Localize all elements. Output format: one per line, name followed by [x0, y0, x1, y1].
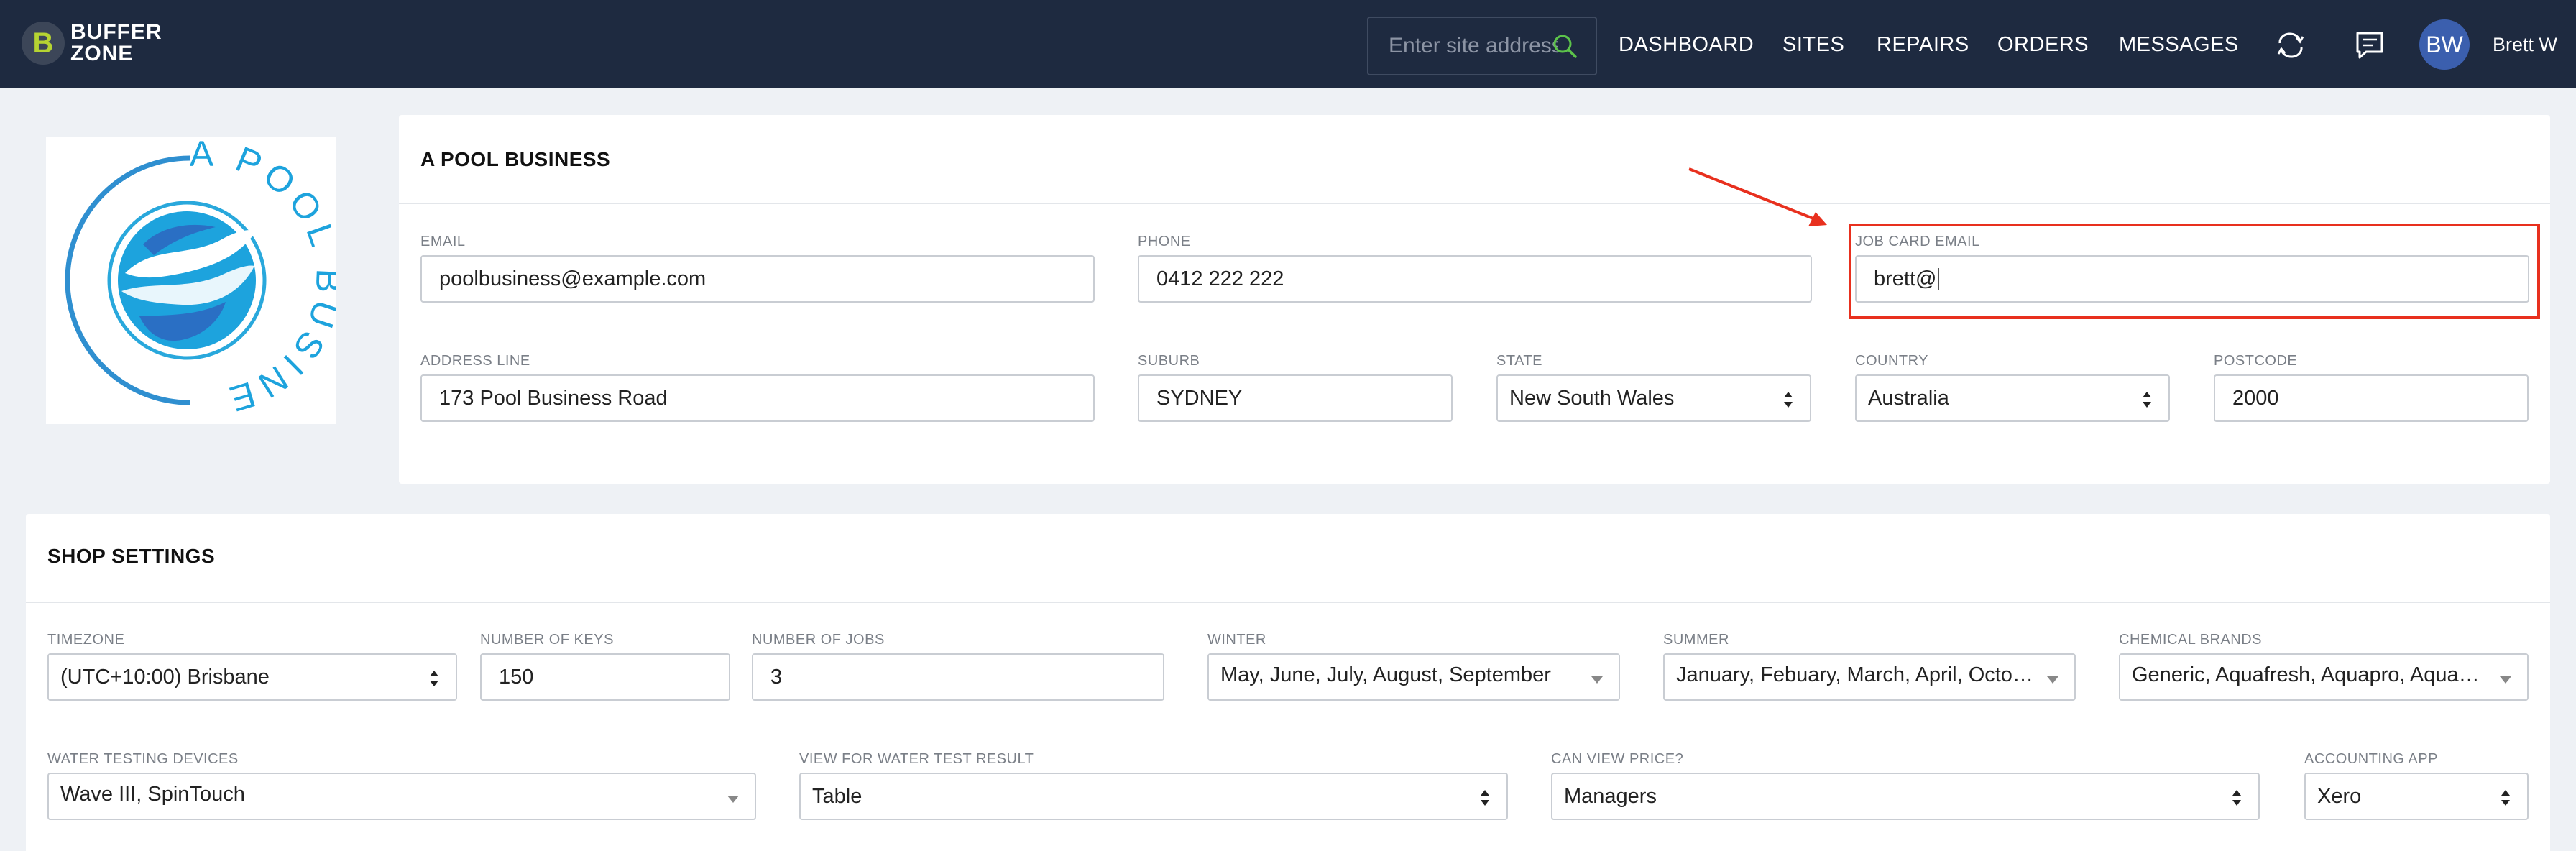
number-of-keys-label: NUMBER OF KEYS: [480, 632, 614, 648]
view-water-test-select[interactable]: Table: [799, 773, 1508, 820]
brand-badge: B: [22, 22, 65, 65]
chevron-down-icon: [2047, 676, 2058, 684]
can-view-price-value: Managers: [1564, 784, 1657, 808]
state-value: New South Wales: [1509, 386, 1675, 410]
brand-letter: B: [32, 27, 54, 59]
panel-divider: [399, 203, 2550, 204]
annotation-highlight-box: [1849, 224, 2540, 319]
can-view-price-select[interactable]: Managers: [1551, 773, 2260, 820]
accounting-app-label: ACCOUNTING APP: [2304, 751, 2438, 767]
phone-value: 0412 222 222: [1156, 267, 1284, 290]
chevron-down-icon: [727, 796, 739, 803]
updown-arrow-icon: [2501, 790, 2510, 806]
postcode-label: POSTCODE: [2214, 353, 2298, 369]
timezone-value: (UTC+10:00) Brisbane: [60, 665, 270, 689]
water-testing-devices-value: Wave III, SpinTouch: [60, 783, 245, 806]
business-logo-image: A POOL BUSINESS: [31, 104, 344, 421]
updown-arrow-icon: [2232, 790, 2241, 806]
chevron-down-icon: [1591, 676, 1603, 684]
top-navigation-bar: B BUFFER ZONE DASHBOARD SITES REPAIRS OR…: [0, 0, 2576, 88]
updown-arrow-icon: [430, 671, 438, 686]
country-select[interactable]: Australia: [1855, 374, 2170, 422]
shop-settings-panel: SHOP SETTINGS TIMEZONE (UTC+10:00) Brisb…: [26, 514, 2550, 851]
summer-multiselect[interactable]: January, Febuary, March, April, October,…: [1663, 653, 2076, 701]
summer-label: SUMMER: [1663, 632, 1729, 648]
brand-logo[interactable]: B BUFFER ZONE: [22, 20, 162, 66]
email-value: poolbusiness@example.com: [439, 267, 707, 290]
number-of-keys-value: 150: [499, 665, 534, 689]
nav-orders[interactable]: ORDERS: [1997, 33, 2089, 57]
updown-arrow-icon: [2143, 392, 2151, 408]
sync-icon[interactable]: [2274, 29, 2307, 62]
chemical-brands-multiselect[interactable]: Generic, Aquafresh, Aquapro, Aquaspa, Bi…: [2119, 653, 2529, 701]
search-icon[interactable]: [1551, 32, 1580, 61]
view-water-test-value: Table: [812, 784, 862, 808]
email-label: EMAIL: [420, 234, 466, 249]
timezone-label: TIMEZONE: [47, 632, 125, 648]
suburb-label: SUBURB: [1138, 353, 1200, 369]
nav-dashboard[interactable]: DASHBOARD: [1619, 33, 1754, 57]
view-water-test-label: VIEW FOR WATER TEST RESULT: [799, 751, 1034, 767]
suburb-value: SYDNEY: [1156, 386, 1243, 410]
accounting-app-value: Xero: [2317, 784, 2362, 808]
updown-arrow-icon: [1481, 790, 1489, 806]
chemical-brands-label: CHEMICAL BRANDS: [2119, 632, 2263, 648]
winter-value: May, June, July, August, September: [1220, 663, 1551, 686]
panel-divider: [26, 602, 2550, 603]
business-logo-card[interactable]: A POOL BUSINESS: [31, 104, 344, 424]
accounting-app-select[interactable]: Xero: [2304, 773, 2529, 820]
postcode-value: 2000: [2232, 386, 2279, 410]
state-select[interactable]: New South Wales: [1496, 374, 1811, 422]
phone-field[interactable]: 0412 222 222: [1138, 255, 1812, 303]
brand-name: BUFFER ZONE: [70, 22, 162, 65]
site-search: [1367, 17, 1597, 75]
can-view-price-label: CAN VIEW PRICE?: [1551, 751, 1684, 767]
address-field[interactable]: 173 Pool Business Road: [420, 374, 1095, 422]
nav-messages[interactable]: MESSAGES: [2119, 33, 2239, 57]
water-testing-devices-label: WATER TESTING DEVICES: [47, 751, 239, 767]
water-testing-devices-multiselect[interactable]: Wave III, SpinTouch: [47, 773, 756, 820]
brand-line-1: BUFFER: [70, 20, 162, 44]
business-title: A POOL BUSINESS: [420, 148, 611, 170]
phone-label: PHONE: [1138, 234, 1191, 249]
site-search-input[interactable]: [1389, 34, 1558, 58]
brand-line-2: ZONE: [70, 42, 134, 65]
number-of-jobs-field[interactable]: 3: [752, 653, 1164, 701]
user-name[interactable]: Brett W: [2493, 34, 2557, 56]
suburb-field[interactable]: SYDNEY: [1138, 374, 1453, 422]
address-value: 173 Pool Business Road: [439, 386, 668, 410]
timezone-select[interactable]: (UTC+10:00) Brisbane: [47, 653, 457, 701]
country-label: COUNTRY: [1855, 353, 1929, 369]
number-of-jobs-value: 3: [770, 665, 783, 689]
nav-sites[interactable]: SITES: [1782, 33, 1844, 57]
number-of-jobs-label: NUMBER OF JOBS: [752, 632, 885, 648]
winter-multiselect[interactable]: May, June, July, August, September: [1208, 653, 1620, 701]
state-label: STATE: [1496, 353, 1542, 369]
country-value: Australia: [1868, 386, 1949, 410]
winter-label: WINTER: [1208, 632, 1266, 648]
chemical-brands-value: Generic, Aquafresh, Aquapro, Aquaspa, Bi…: [2132, 663, 2487, 686]
email-field[interactable]: poolbusiness@example.com: [420, 255, 1095, 303]
address-label: ADDRESS LINE: [420, 353, 530, 369]
chevron-down-icon: [2500, 676, 2511, 684]
shop-settings-title: SHOP SETTINGS: [47, 545, 216, 567]
summer-value: January, Febuary, March, April, October,…: [1676, 663, 2034, 686]
avatar[interactable]: BW: [2419, 19, 2470, 70]
postcode-field[interactable]: 2000: [2214, 374, 2529, 422]
number-of-keys-field[interactable]: 150: [480, 653, 730, 701]
updown-arrow-icon: [1784, 392, 1793, 408]
annotation-arrow: [1688, 167, 1827, 226]
nav-repairs[interactable]: REPAIRS: [1877, 33, 1969, 57]
chat-icon[interactable]: [2353, 29, 2386, 62]
